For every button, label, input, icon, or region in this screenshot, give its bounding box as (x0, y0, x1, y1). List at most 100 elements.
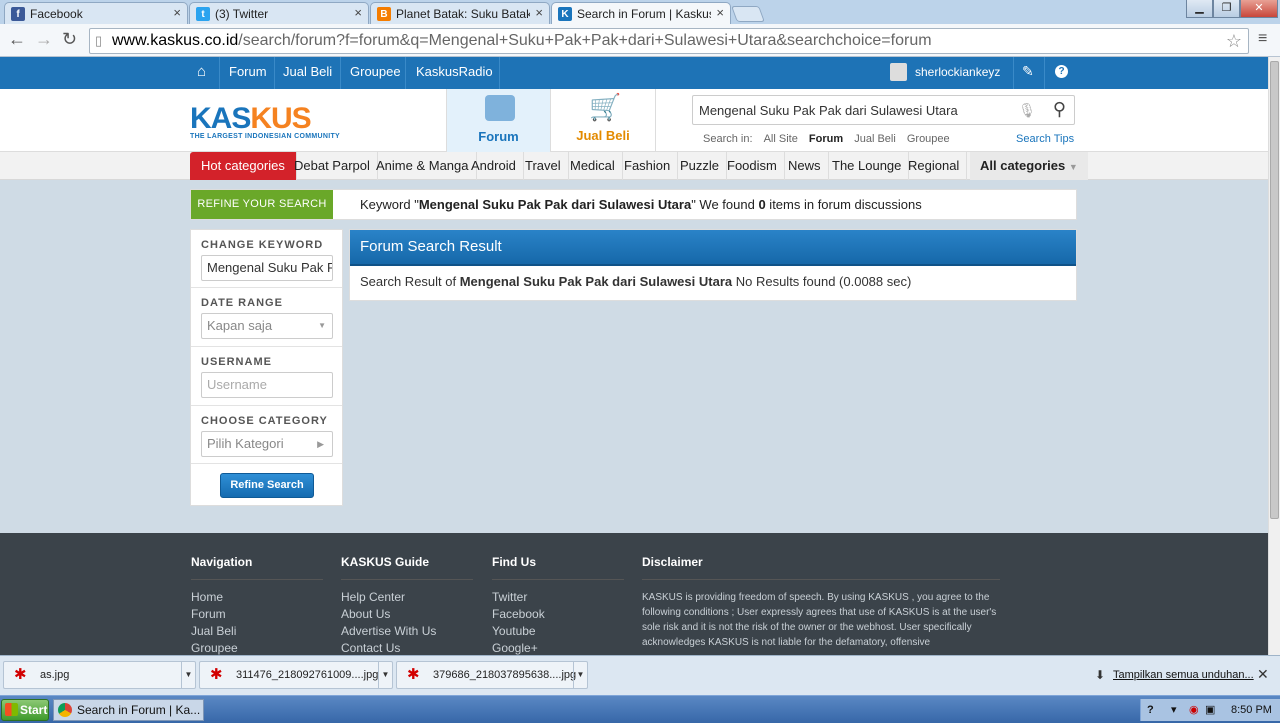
chevron-icon[interactable]: ▾ (1171, 699, 1177, 721)
category-item[interactable]: Fashion (617, 152, 679, 180)
close-tab-icon[interactable]: × (716, 6, 724, 19)
avatar[interactable] (890, 63, 907, 81)
footer-link[interactable]: Jual Beli (191, 624, 323, 641)
nav-groupee[interactable]: Groupee (350, 64, 401, 79)
taskbar-item-chrome[interactable]: Search in Forum | Ka... (53, 699, 204, 721)
restore-icon[interactable]: ❐ (1213, 0, 1240, 18)
keyword-input[interactable]: Mengenal Suku Pak Pak dari Sulawesi Utar… (201, 255, 333, 281)
footer-link[interactable]: Youtube (492, 624, 624, 641)
caret-down-icon[interactable]: ▼ (378, 662, 392, 688)
scope-forum[interactable]: Forum (809, 133, 843, 145)
refine-summary-bar: REFINE YOUR SEARCH Keyword "Mengenal Suk… (190, 189, 1077, 220)
new-tab-button[interactable] (731, 6, 765, 22)
footer-link[interactable]: About Us (341, 607, 473, 624)
reload-icon[interactable]: ↻ (62, 30, 77, 48)
url-path: /search/forum?f=forum&q=Mengenal+Suku+Pa… (238, 32, 932, 49)
footer-link[interactable]: Home (191, 590, 323, 607)
site-top-nav: ⌂ Forum Jual Beli Groupee KaskusRadio sh… (0, 57, 1268, 89)
footer-link[interactable]: Help Center (341, 590, 473, 607)
minimize-icon[interactable]: ▁ (1186, 0, 1213, 18)
tab-planet-batak[interactable]: B Planet Batak: Suku Batak P × (370, 2, 550, 24)
username-input[interactable]: Username (201, 372, 333, 398)
scope-groupee[interactable]: Groupee (907, 133, 950, 145)
home-icon[interactable]: ⌂ (197, 63, 206, 80)
show-all-downloads-link[interactable]: Tampilkan semua unduhan... (1113, 669, 1254, 681)
microphone-icon[interactable]: 🎙 (1018, 102, 1036, 119)
help-icon[interactable]: ? (1055, 65, 1068, 78)
caret-down-icon[interactable]: ▼ (181, 662, 195, 688)
tab-kaskus-search[interactable]: K Search in Forum | Kaskus - T × (551, 2, 731, 25)
scope-all-site[interactable]: All Site (764, 133, 798, 145)
scope-jual-beli[interactable]: Jual Beli (854, 133, 896, 145)
nav-jual-beli[interactable]: Jual Beli (283, 64, 332, 79)
category-item[interactable]: Android (464, 152, 524, 180)
download-bar: ✱ as.jpg ▼ ✱ 311476_218092761009....jpg … (0, 655, 1280, 695)
image-file-icon: ✱ (14, 666, 27, 683)
all-categories-dropdown[interactable]: All categories ▼ (970, 152, 1088, 180)
close-tab-icon[interactable]: × (173, 6, 181, 19)
category-select[interactable]: Pilih Kategori ▶ (201, 431, 333, 457)
download-arrow-icon: ⬇ (1095, 668, 1106, 682)
footer-link[interactable]: Facebook (492, 607, 624, 624)
footer-heading: Find Us (492, 555, 624, 580)
category-item[interactable]: Medical (563, 152, 623, 180)
close-tab-icon[interactable]: × (354, 6, 362, 19)
footer-link[interactable]: Forum (191, 607, 323, 624)
hot-categories-label[interactable]: Hot categories (190, 152, 297, 180)
antivirus-icon[interactable]: ◉ (1189, 699, 1199, 721)
category-item[interactable]: Travel (518, 152, 569, 180)
footer-link[interactable]: Advertise With Us (341, 624, 473, 641)
edit-pencil-icon[interactable]: ✎ (1022, 63, 1034, 80)
forward-icon[interactable]: → (35, 30, 53, 48)
start-button[interactable]: Start (1, 699, 49, 721)
facebook-icon: f (11, 7, 25, 21)
address-bar[interactable]: ▯ www.kaskus.co.id/search/forum?f=forum&… (89, 28, 1249, 54)
back-icon[interactable]: ← (8, 30, 26, 48)
menu-icon[interactable]: ≡ (1258, 30, 1267, 48)
nav-kaskusradio[interactable]: KaskusRadio (416, 64, 493, 79)
footer-link[interactable]: Twitter (492, 590, 624, 607)
help-icon[interactable]: ? (1147, 699, 1154, 721)
category-item[interactable]: Puzzle (673, 152, 728, 180)
refine-your-search-label: REFINE YOUR SEARCH (191, 190, 333, 219)
divider (219, 57, 220, 89)
search-tips-link[interactable]: Search Tips (1016, 133, 1074, 145)
twitter-icon: t (196, 7, 210, 21)
start-label: Start (20, 703, 48, 717)
nav-forum[interactable]: Forum (229, 64, 267, 79)
category-item[interactable]: Regional (901, 152, 968, 180)
category-item[interactable]: News (781, 152, 829, 180)
header-tab-jualbeli[interactable]: 🛒 Jual Beli (551, 89, 656, 152)
summary-count: 0 (758, 197, 766, 212)
category-item[interactable]: The Lounge (825, 152, 910, 180)
category-item[interactable]: Anime & Manga (369, 152, 477, 180)
logo-text-b: KUS (250, 102, 311, 135)
close-window-icon[interactable]: ✕ (1240, 0, 1278, 18)
kaskus-logo[interactable]: KASKUS THE LARGEST INDONESIAN COMMUNITY (190, 102, 340, 141)
category-item[interactable]: Foodism (720, 152, 785, 180)
header-tab-forum[interactable]: Forum (446, 89, 551, 152)
download-filename: as.jpg (40, 669, 70, 681)
caret-down-icon[interactable]: ▼ (573, 662, 587, 688)
divider (405, 57, 406, 89)
search-input[interactable]: Mengenal Suku Pak Pak dari Sulawesi Utar… (692, 95, 1075, 125)
search-icon[interactable]: ⚲ (1053, 99, 1066, 120)
download-item[interactable]: ✱ 311476_218092761009....jpg ▼ (199, 661, 393, 689)
page-scrollbar[interactable] (1268, 57, 1280, 655)
network-icon[interactable]: ▣ (1205, 699, 1215, 721)
close-tab-icon[interactable]: × (535, 6, 543, 19)
download-item[interactable]: ✱ 379686_218037895638....jpg ▼ (396, 661, 588, 689)
date-range-select[interactable]: Kapan saja ▼ (201, 313, 333, 339)
tab-twitter[interactable]: t (3) Twitter × (189, 2, 369, 24)
scrollbar-thumb[interactable] (1270, 61, 1279, 519)
tab-title: Planet Batak: Suku Batak P (396, 7, 531, 21)
tab-facebook[interactable]: f Facebook × (4, 2, 188, 24)
footer-guide: KASKUS Guide Help Center About Us Advert… (341, 555, 473, 658)
username-link[interactable]: sherlockiankeyz (915, 65, 1000, 79)
footer-heading: Disclaimer (642, 555, 1000, 580)
category-item[interactable]: Debat Parpol (287, 152, 378, 180)
bookmark-star-icon[interactable]: ☆ (1225, 29, 1242, 53)
refine-search-button[interactable]: Refine Search (220, 473, 314, 498)
close-icon[interactable]: ✕ (1257, 666, 1269, 683)
download-item[interactable]: ✱ as.jpg ▼ (3, 661, 196, 689)
